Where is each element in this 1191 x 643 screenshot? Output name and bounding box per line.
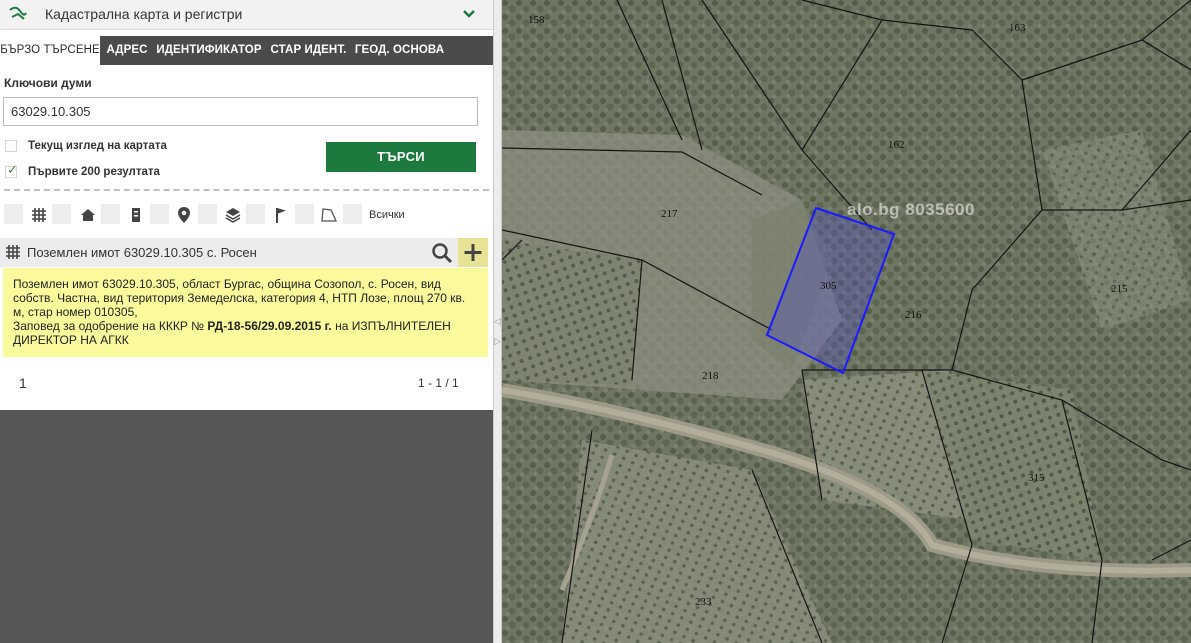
filter-checkbox[interactable] — [295, 204, 314, 224]
expand-arrow-icon[interactable]: ▷ — [494, 336, 501, 347]
building-icon[interactable] — [127, 206, 145, 224]
parcel-label: 215 — [1111, 283, 1128, 295]
parcels-grid-icon[interactable] — [30, 206, 48, 224]
filter-checkbox[interactable] — [52, 204, 71, 224]
parcel-label: 315 — [1028, 472, 1045, 484]
chevron-down-icon[interactable] — [462, 8, 476, 20]
flag-icon[interactable] — [272, 206, 290, 224]
filter-checkbox[interactable] — [4, 204, 23, 224]
tab-old-identifier[interactable]: СТАР ИДЕНТ. — [265, 36, 352, 65]
filter-row: Всички — [0, 204, 493, 228]
parcel-label: 158 — [528, 14, 545, 26]
result-info: Поземлен имот 63029.10.305, област Бурга… — [3, 268, 488, 357]
map-view[interactable]: alo.bg 8035600 158 163 162 217 305 216 2… — [502, 0, 1191, 643]
search-button[interactable]: ТЪРСИ — [326, 142, 476, 172]
first200-label: Първите 200 резултата — [28, 166, 160, 178]
filter-all-label: Всички — [369, 209, 405, 221]
location-pin-icon[interactable] — [175, 206, 193, 224]
parcel-label: 162 — [888, 139, 905, 151]
tab-geodetic-base[interactable]: ГЕОД. ОСНОВА — [352, 36, 447, 65]
filter-checkbox[interactable] — [246, 204, 265, 224]
divider — [4, 189, 489, 191]
layers-icon[interactable] — [224, 206, 242, 224]
cadastre-logo-icon — [9, 6, 27, 20]
search-tabs: БЪРЗО ТЪРСЕНЕ АДРЕС ИДЕНТИФИКАТОР СТАР И… — [0, 36, 493, 65]
add-button[interactable] — [458, 238, 488, 267]
current-view-label: Текущ изглед на картата — [28, 140, 167, 152]
tab-address[interactable]: АДРЕС — [101, 36, 153, 65]
order-prefix: Заповед за одобрение на КККР № — [13, 319, 208, 333]
parcel-label: 163 — [1009, 22, 1026, 34]
first200-checkbox[interactable]: ✓ — [5, 162, 18, 178]
keywords-label: Ключови думи — [4, 76, 92, 90]
zoom-to-search-icon[interactable] — [430, 241, 454, 265]
tab-identifier[interactable]: ИДЕНТИФИКАТОР — [153, 36, 265, 65]
filter-checkbox[interactable] — [343, 204, 362, 224]
plus-icon — [464, 244, 482, 261]
checkmark-icon: ✓ — [7, 162, 18, 177]
result-details: Поземлен имот 63029.10.305, област Бурга… — [13, 277, 466, 319]
tab-quick-search[interactable]: БЪРЗО ТЪРСЕНЕ — [0, 36, 100, 65]
parcel-label: 217 — [661, 208, 678, 220]
current-view-checkbox[interactable] — [5, 140, 17, 152]
filter-checkbox[interactable] — [198, 204, 217, 224]
parcel-label-selected: 305 — [820, 280, 837, 292]
parcel-label: 233 — [695, 596, 712, 608]
polygon-icon[interactable] — [320, 206, 338, 224]
results-range: 1 - 1 / 1 — [418, 376, 459, 390]
home-icon[interactable] — [79, 206, 97, 224]
app-title: Кадастрална карта и регистри — [45, 6, 243, 22]
app-header[interactable]: Кадастрална карта и регистри — [0, 0, 493, 30]
watermark: alo.bg 8035600 — [847, 200, 975, 219]
result-header[interactable]: Поземлен имот 63029.10.305 с. Росен — [0, 238, 488, 267]
keywords-input[interactable] — [3, 97, 478, 126]
order-number: РД-18-56/29.09.2015 г. — [207, 319, 332, 333]
filter-checkbox[interactable] — [101, 204, 120, 224]
satellite-imagery — [502, 0, 1191, 643]
parcel-label: 218 — [702, 370, 719, 382]
collapse-arrow-icon[interactable]: ◁ — [494, 316, 501, 327]
left-panel: Кадастрална карта и регистри БЪРЗО ТЪРСЕ… — [0, 0, 493, 643]
parcels-grid-icon — [6, 245, 20, 259]
filter-checkbox[interactable] — [150, 204, 169, 224]
parcel-label: 216 — [905, 309, 922, 321]
page-number[interactable]: 1 — [19, 375, 27, 391]
result-title: Поземлен имот 63029.10.305 с. Росен — [27, 245, 257, 260]
panel-splitter[interactable]: ◁ ▷ — [493, 0, 502, 643]
